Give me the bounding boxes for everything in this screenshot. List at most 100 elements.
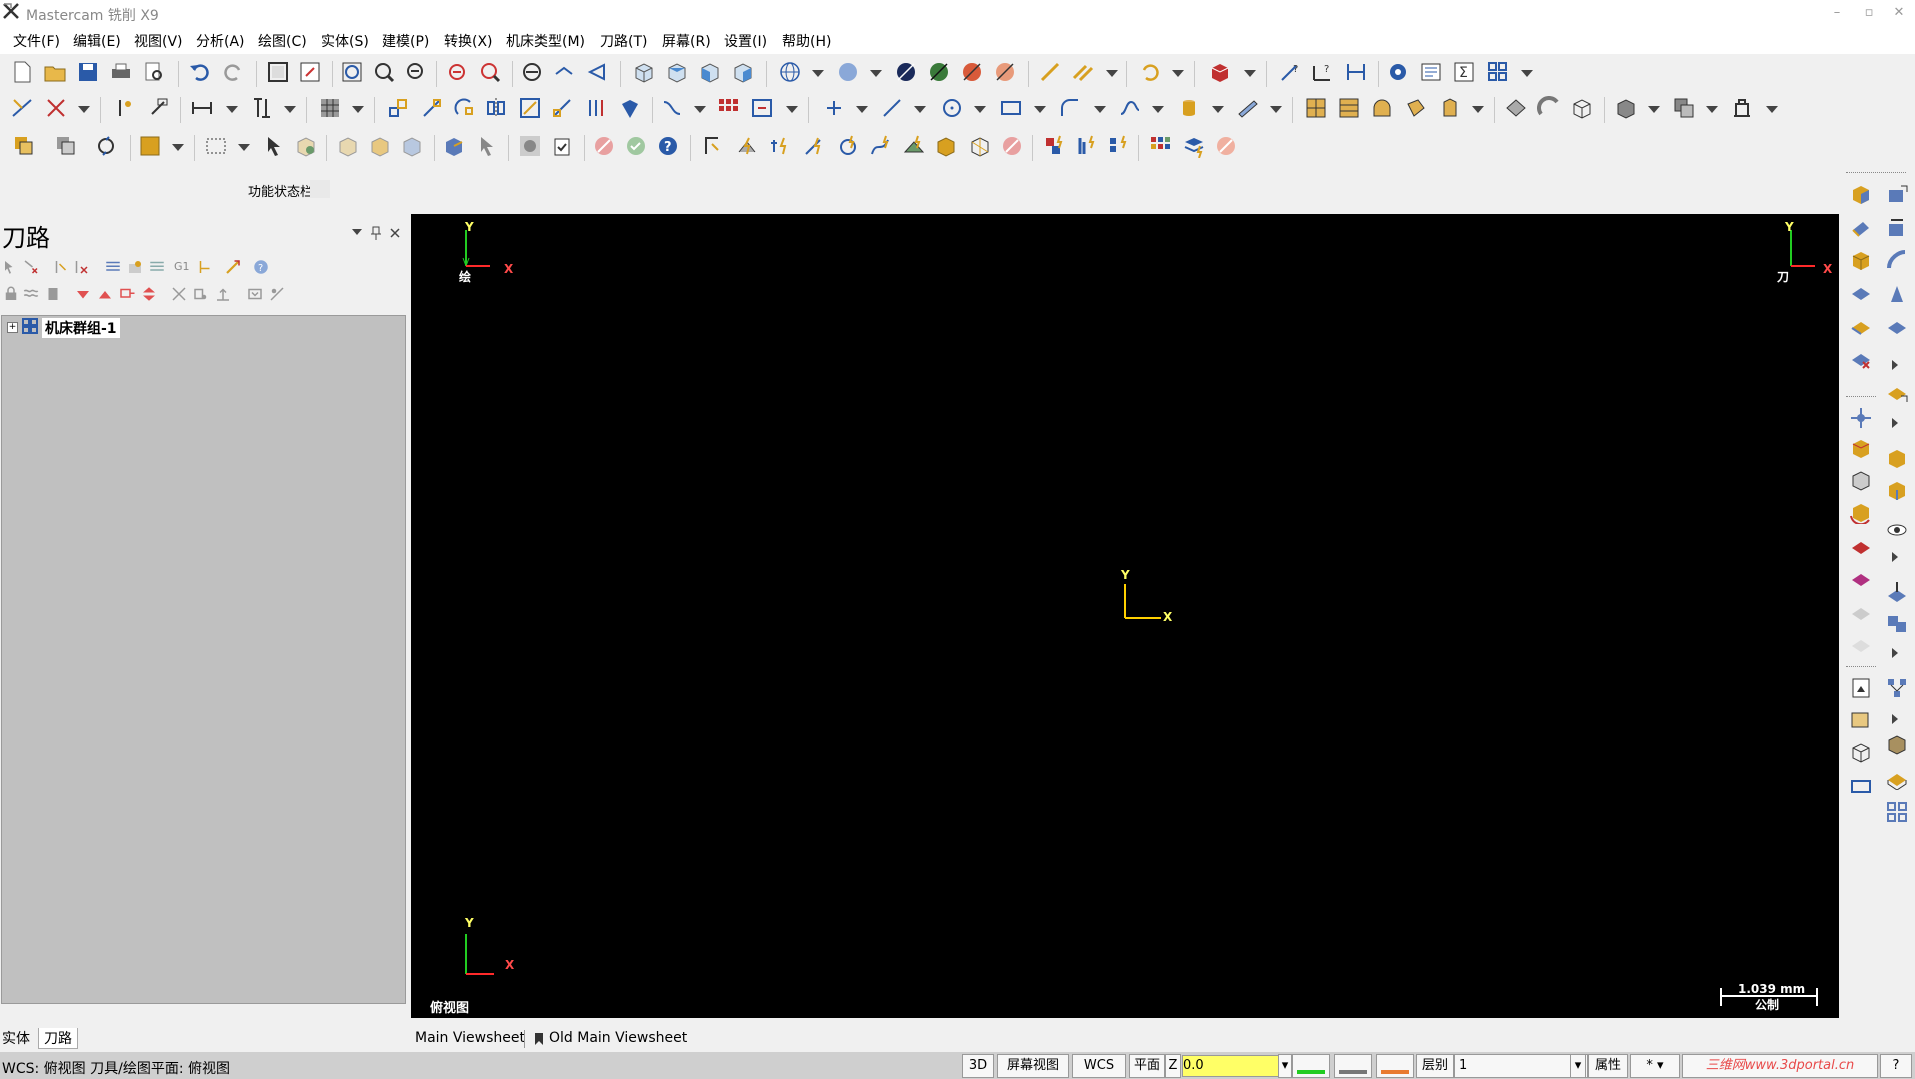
analyze-distance-icon[interactable]: ? (1278, 60, 1302, 84)
vertical-dimension-icon[interactable] (250, 96, 274, 120)
right-rotate-box-icon[interactable] (1849, 500, 1873, 524)
disabled-toolpath-icon[interactable] (1000, 134, 1024, 158)
pocket-toolpath-icon[interactable] (735, 134, 759, 158)
machine-group-label[interactable]: 机床群组-1 (42, 318, 120, 338)
circle-dropdown-arrow[interactable] (974, 106, 986, 113)
create-circle-icon[interactable] (940, 96, 964, 120)
select-mode-dropdown-arrow[interactable] (238, 144, 250, 151)
undo-delete-dropdown-arrow[interactable] (1172, 70, 1184, 77)
list-report-icon[interactable] (1419, 60, 1443, 84)
right-sheet-1-icon[interactable] (1849, 602, 1873, 626)
right-tool-1-icon[interactable] (1849, 216, 1873, 240)
line-dropdown-arrow[interactable] (1106, 70, 1118, 77)
toggle-display-icon[interactable] (22, 285, 40, 303)
select-arrow-grey-icon[interactable] (475, 134, 499, 158)
grid-layout-icon[interactable] (1486, 60, 1510, 84)
right-cube-icon[interactable] (1885, 732, 1909, 756)
trim-toolpath-icon[interactable] (1074, 134, 1098, 158)
insert-arrow-icon[interactable] (118, 285, 136, 303)
mode-3d-button[interactable]: 3D (962, 1054, 994, 1078)
translate-icon[interactable] (386, 96, 410, 120)
layers-toolpath-icon[interactable] (1182, 134, 1206, 158)
front-view-icon[interactable] (698, 60, 722, 84)
wireframe-dropdown-arrow[interactable] (812, 70, 824, 77)
g1-label-icon[interactable]: G1 (174, 260, 190, 273)
zoom-selected-icon[interactable] (404, 60, 428, 84)
redo-icon[interactable] (221, 60, 245, 84)
parallel-line-icon[interactable] (1071, 60, 1095, 84)
maximize-button[interactable]: ▫ (1858, 4, 1880, 22)
roll-icon[interactable] (660, 96, 684, 120)
hdim-dropdown-arrow[interactable] (226, 106, 238, 113)
menu-file[interactable]: 文件(F) (13, 31, 60, 51)
create-point-icon[interactable] (822, 96, 846, 120)
vdim-dropdown-arrow[interactable] (284, 106, 296, 113)
draft-dropdown-arrow[interactable] (1472, 106, 1484, 113)
circle-mill-toolpath-icon[interactable] (836, 134, 860, 158)
pin-icon[interactable] (370, 226, 382, 240)
previous-view-icon[interactable] (586, 60, 610, 84)
cylinder-icon[interactable] (1177, 96, 1201, 120)
right-network-icon[interactable] (1885, 676, 1909, 700)
right-stock-2-icon[interactable] (1885, 182, 1909, 206)
print-icon[interactable] (109, 60, 133, 84)
solid-select-icon[interactable] (294, 134, 318, 158)
stretch-icon[interactable] (550, 96, 574, 120)
shaded-green-icon[interactable] (927, 60, 951, 84)
simulate-ops-icon[interactable] (148, 258, 166, 276)
scale-icon[interactable] (518, 96, 542, 120)
dimension-icon[interactable] (1344, 60, 1368, 84)
right-image-icon[interactable] (1849, 676, 1873, 700)
select-window-dashed-icon[interactable] (204, 134, 228, 158)
right-expand-arrow-5[interactable] (1892, 714, 1898, 724)
verify-ops-icon[interactable] (126, 258, 144, 276)
regen-icon[interactable] (94, 134, 118, 158)
tab-solids[interactable]: 实体 (2, 1028, 30, 1048)
toggle-stock-icon[interactable] (214, 285, 232, 303)
ops-settings-icon[interactable] (246, 285, 264, 303)
unzoom-icon[interactable] (445, 60, 469, 84)
regen-dirty-icon[interactable] (72, 258, 90, 276)
point-icon[interactable] (112, 96, 136, 120)
backplot-ops-icon[interactable] (104, 258, 122, 276)
tab-main-viewsheet[interactable]: Main Viewsheet (415, 1030, 525, 1046)
hidden-line-icon[interactable] (894, 60, 918, 84)
window-select-icon[interactable] (54, 134, 78, 158)
rectangle-dropdown-arrow[interactable] (1034, 106, 1046, 113)
tab-toolpaths[interactable]: 刀路 (38, 1028, 78, 1049)
rectangular-array-icon[interactable] (716, 96, 740, 120)
panel-close-icon[interactable] (389, 227, 401, 239)
point-type-dropdown[interactable]: * ▾ (1630, 1054, 1680, 1078)
right-eye-icon[interactable] (1885, 518, 1909, 542)
surface-rough-toolpath-icon[interactable] (902, 134, 926, 158)
close-button[interactable]: ✕ (1888, 4, 1910, 22)
net-surface-icon[interactable] (1337, 96, 1361, 120)
right-slab-2-icon[interactable] (1849, 316, 1873, 340)
surface-tube-icon[interactable] (1236, 96, 1260, 120)
right-slab-x-icon[interactable] (1849, 348, 1873, 372)
new-file-icon[interactable] (10, 60, 34, 84)
dynamic-rotate-icon[interactable] (552, 60, 576, 84)
right-expand-arrow-2[interactable] (1892, 418, 1898, 428)
attributes-button[interactable]: 属性 (1588, 1054, 1628, 1078)
move-up-icon[interactable] (96, 285, 114, 303)
contour-toolpath-icon[interactable] (702, 134, 726, 158)
level-dropdown-arrow[interactable]: ▾ (1570, 1054, 1586, 1078)
operations-tree[interactable] (1, 315, 406, 1004)
mirror-icon[interactable] (484, 96, 508, 120)
create-rectangle-icon[interactable] (999, 96, 1023, 120)
toggle-gear-icon[interactable] (518, 134, 542, 158)
line-tool-icon[interactable] (1038, 60, 1062, 84)
right-plate-icon[interactable] (1885, 766, 1909, 790)
toggle-tool-display-icon[interactable] (192, 285, 210, 303)
verify-solid-2-icon[interactable] (368, 134, 392, 158)
right-box-2-icon[interactable] (1849, 436, 1873, 460)
wcs-button[interactable]: WCS (1072, 1054, 1126, 1078)
ruled-surface-icon[interactable] (1304, 96, 1328, 120)
ops-help-icon[interactable] (268, 285, 286, 303)
primitive-dropdown-arrow[interactable] (1212, 106, 1224, 113)
backplot-icon[interactable] (442, 134, 466, 158)
transform-toolpath-icon[interactable] (1042, 134, 1066, 158)
right-wedge-icon[interactable] (1885, 282, 1909, 306)
swept-surface-icon[interactable] (1404, 96, 1428, 120)
